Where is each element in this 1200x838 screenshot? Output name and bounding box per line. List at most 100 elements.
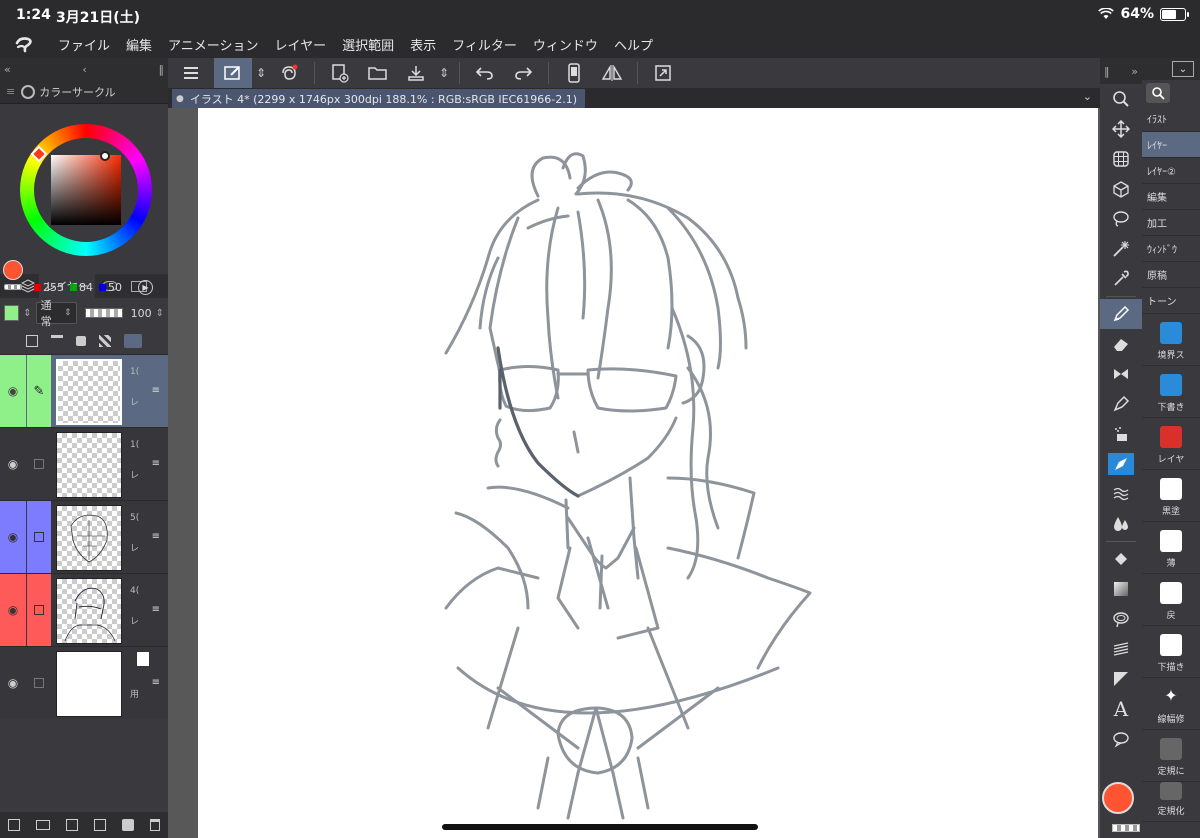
- sub-tab-process[interactable]: 加工: [1142, 210, 1200, 236]
- opacity-value[interactable]: 100: [131, 307, 152, 320]
- eye-icon[interactable]: ◉: [8, 530, 18, 544]
- water-icon[interactable]: [1100, 509, 1142, 539]
- eyedropper-icon[interactable]: [1100, 264, 1142, 294]
- color-picker-marker[interactable]: [100, 151, 110, 161]
- menu-view[interactable]: 表示: [402, 35, 444, 54]
- search-icon[interactable]: [1146, 83, 1170, 103]
- save-icon[interactable]: [397, 58, 435, 88]
- new-raster-layer-icon[interactable]: [8, 819, 20, 831]
- layer-menu-icon[interactable]: ≡: [152, 677, 160, 688]
- decoration-icon[interactable]: [1108, 453, 1134, 475]
- sub-tool-item[interactable]: 定規に: [1142, 730, 1200, 782]
- layer-menu-icon[interactable]: ≡: [152, 458, 160, 469]
- sub-tab-window[interactable]: ｳｨﾝﾄﾞｳ: [1142, 236, 1200, 262]
- pen-edit-icon[interactable]: ✎: [34, 384, 45, 399]
- document-tab[interactable]: ● イラスト 4* (2299 x 1746px 300dpi 188.1% :…: [172, 89, 586, 108]
- new-folder-icon[interactable]: [36, 820, 50, 830]
- sub-tool-item[interactable]: 戻: [1142, 574, 1200, 626]
- sub-tool-item[interactable]: ✦ 線幅修: [1142, 678, 1200, 730]
- layer-mask-icon[interactable]: [122, 819, 134, 831]
- sub-tool-item[interactable]: 下描き: [1142, 626, 1200, 678]
- menu-animation[interactable]: アニメーション: [160, 35, 266, 54]
- eraser-icon[interactable]: [1100, 329, 1142, 359]
- sub-tool-item[interactable]: 下書き: [1142, 366, 1200, 418]
- chevron-down-icon[interactable]: ⌄: [1172, 61, 1194, 77]
- chevron-updown-icon[interactable]: ⇕: [435, 58, 453, 88]
- sub-tool-item[interactable]: 境界ス: [1142, 314, 1200, 366]
- realtime-icon[interactable]: [270, 58, 308, 88]
- drawing-canvas[interactable]: [198, 108, 1098, 838]
- transparent-color-swatch[interactable]: [1112, 824, 1140, 832]
- layer-color-swatch[interactable]: [4, 305, 20, 321]
- text-icon[interactable]: A: [1100, 694, 1142, 724]
- magic-wand-icon[interactable]: [1100, 234, 1142, 264]
- grid-icon[interactable]: [1100, 144, 1142, 174]
- sub-tool-item[interactable]: 黒塗: [1142, 470, 1200, 522]
- eye-icon[interactable]: ◉: [0, 428, 26, 500]
- ruler-icon[interactable]: [1100, 634, 1142, 664]
- undo-icon[interactable]: [466, 58, 504, 88]
- device-icon[interactable]: [555, 58, 593, 88]
- lock-icon[interactable]: [75, 336, 86, 346]
- chevron-down-icon[interactable]: ⌄: [1083, 90, 1092, 103]
- sub-tool-search[interactable]: [1142, 80, 1200, 106]
- sub-color-swatch-icon[interactable]: [4, 284, 22, 290]
- menu-selection[interactable]: 選択範囲: [334, 35, 402, 54]
- color-panel-title[interactable]: カラーサークル: [39, 84, 115, 100]
- panel-grip-icon[interactable]: ‖: [158, 63, 164, 76]
- color-circle-tab-icon[interactable]: [21, 84, 36, 99]
- reference-layer-icon[interactable]: [51, 335, 64, 347]
- menu-grip-icon[interactable]: ≡: [0, 85, 21, 98]
- layer-menu-icon[interactable]: ≡: [152, 531, 160, 542]
- sub-tool-item[interactable]: 定規化: [1142, 782, 1200, 822]
- menu-edit[interactable]: 編集: [118, 35, 160, 54]
- current-color-swatch[interactable]: [1102, 782, 1134, 814]
- redo-icon[interactable]: [504, 58, 542, 88]
- layer-menu-icon[interactable]: ≡: [152, 604, 160, 615]
- layer-thumbnail[interactable]: [56, 359, 122, 425]
- layer-thumbnail[interactable]: [56, 651, 122, 717]
- layer-row[interactable]: ◉ 5(レ ≡: [0, 500, 168, 573]
- layer-menu-icon[interactable]: ≡: [152, 385, 160, 396]
- ribbon-icon[interactable]: [1100, 359, 1142, 389]
- layer-row[interactable]: ◉ ✎ 1(レ ≡: [0, 354, 168, 427]
- new-canvas-icon[interactable]: [321, 58, 359, 88]
- sub-tab-layer[interactable]: ﾚｲﾔｰ: [1142, 132, 1200, 158]
- fill-icon[interactable]: [1100, 544, 1142, 574]
- collapse-right-icon[interactable]: »: [1131, 65, 1138, 78]
- menu-window[interactable]: ウィンドウ: [525, 35, 606, 54]
- eye-icon[interactable]: ◉: [0, 647, 26, 719]
- clip-layer-icon[interactable]: [26, 335, 39, 347]
- saturation-value-square[interactable]: [51, 155, 121, 225]
- checkbox-icon[interactable]: [34, 532, 44, 542]
- mask-icon[interactable]: [123, 334, 142, 348]
- layer-row[interactable]: ◉ 4(レ ≡: [0, 573, 168, 646]
- merge-layer-icon[interactable]: [94, 819, 106, 831]
- chevron-updown-icon[interactable]: ⇕: [252, 58, 270, 88]
- airbrush-icon[interactable]: [1100, 419, 1142, 449]
- sub-tool-item[interactable]: レイヤ: [1142, 418, 1200, 470]
- layer-thumbnail[interactable]: [56, 578, 122, 644]
- checkbox-icon[interactable]: [27, 428, 51, 500]
- chevron-updown-icon[interactable]: ⇕: [23, 308, 31, 319]
- eye-icon[interactable]: ◉: [8, 603, 18, 617]
- panel-grip-icon[interactable]: ‖: [1104, 65, 1110, 78]
- frame-icon[interactable]: [1100, 664, 1142, 694]
- layer-thumbnail[interactable]: [56, 505, 122, 571]
- balloon-icon[interactable]: [1100, 724, 1142, 754]
- layer-thumbnail[interactable]: [56, 432, 122, 498]
- fullscreen-icon[interactable]: [644, 58, 682, 88]
- trash-icon[interactable]: [150, 819, 160, 831]
- blend-icon[interactable]: [1100, 479, 1142, 509]
- menu-layer[interactable]: レイヤー: [267, 35, 335, 54]
- main-color-swatch[interactable]: [3, 260, 23, 280]
- open-folder-icon[interactable]: [359, 58, 397, 88]
- layer-row[interactable]: ◉ 1(レ ≡: [0, 427, 168, 500]
- checkbox-icon[interactable]: [27, 647, 51, 719]
- sub-tab-manuscript[interactable]: 原稿: [1142, 262, 1200, 288]
- chevron-updown-icon[interactable]: ⇕: [156, 308, 164, 319]
- pen-nib-icon[interactable]: [1100, 389, 1142, 419]
- layer-row[interactable]: ◉ 用 ≡: [0, 646, 168, 719]
- brush-settings-icon[interactable]: [214, 58, 252, 88]
- checkbox-icon[interactable]: [34, 605, 44, 615]
